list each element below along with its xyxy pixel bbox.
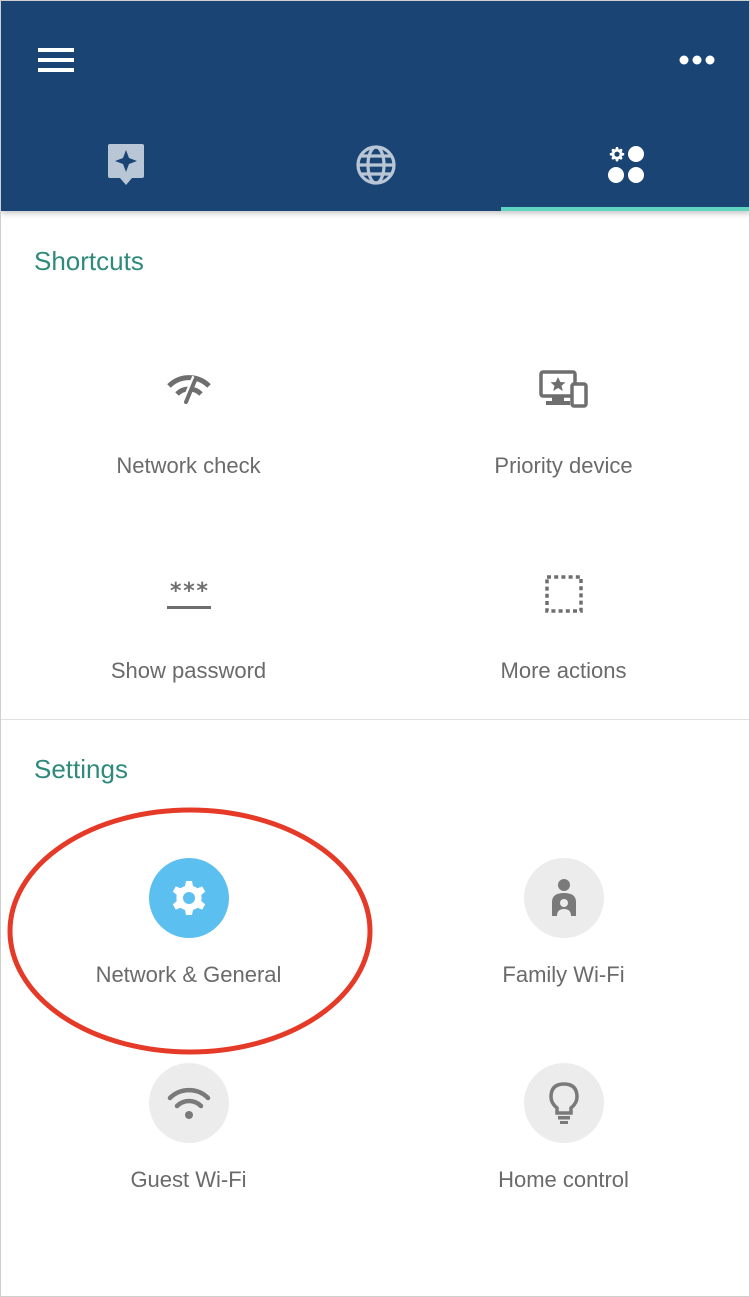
- app-frame: Shortcuts Network check Priority device: [0, 0, 750, 1297]
- shortcut-network-check[interactable]: Network check: [1, 359, 376, 479]
- dashed-square-icon: [534, 564, 594, 624]
- setting-label: Guest Wi-Fi: [130, 1167, 247, 1192]
- wifi-speed-icon: [159, 359, 219, 419]
- family-wifi-icon-circle: [523, 858, 604, 938]
- menu-button[interactable]: [27, 37, 87, 83]
- setting-family-wifi[interactable]: Family Wi-Fi: [376, 858, 749, 988]
- guest-wifi-icon-circle: [148, 1063, 229, 1143]
- hamburger-menu-icon: [38, 48, 74, 72]
- shortcut-more-actions[interactable]: More actions: [376, 564, 749, 684]
- tab-network[interactable]: [251, 119, 501, 211]
- setting-label: Home control: [498, 1167, 629, 1192]
- more-options-button[interactable]: [667, 37, 727, 83]
- active-tab-indicator: [501, 207, 749, 211]
- setting-guest-wifi[interactable]: Guest Wi-Fi: [1, 1063, 376, 1193]
- shortcut-show-password[interactable]: *** Show password: [1, 564, 376, 684]
- home-control-icon-circle: [523, 1063, 604, 1143]
- svg-text:***: ***: [169, 579, 209, 604]
- password-icon: ***: [159, 564, 219, 624]
- more-horizontal-icon: [679, 55, 715, 65]
- shortcut-priority-device[interactable]: Priority device: [376, 359, 749, 479]
- app-bar: [1, 1, 749, 211]
- shortcut-label: Show password: [110, 658, 267, 683]
- shortcuts-title: Shortcuts: [34, 246, 144, 276]
- setting-label: Network & General: [95, 962, 282, 987]
- lightbulb-icon: [548, 1082, 579, 1124]
- shortcut-label: Network check: [116, 453, 261, 478]
- setting-label: Family Wi-Fi: [502, 962, 625, 987]
- sparkle-tag-icon: [108, 144, 144, 185]
- network-general-icon-circle: [148, 858, 229, 938]
- shortcut-label: More actions: [500, 658, 627, 683]
- settings-dots-icon: [608, 146, 644, 183]
- settings-title: Settings: [34, 754, 128, 784]
- wifi-icon: [167, 1087, 210, 1119]
- priority-device-icon: [534, 359, 594, 419]
- gear-icon: [172, 881, 205, 915]
- section-divider: [1, 719, 749, 720]
- tab-settings[interactable]: [501, 119, 749, 211]
- shortcut-label: Priority device: [494, 453, 633, 478]
- family-person-icon: [551, 879, 576, 916]
- setting-network-general[interactable]: Network & General: [1, 858, 376, 988]
- globe-icon: [356, 145, 396, 185]
- tab-shortcuts[interactable]: [1, 119, 251, 211]
- setting-home-control[interactable]: Home control: [376, 1063, 749, 1193]
